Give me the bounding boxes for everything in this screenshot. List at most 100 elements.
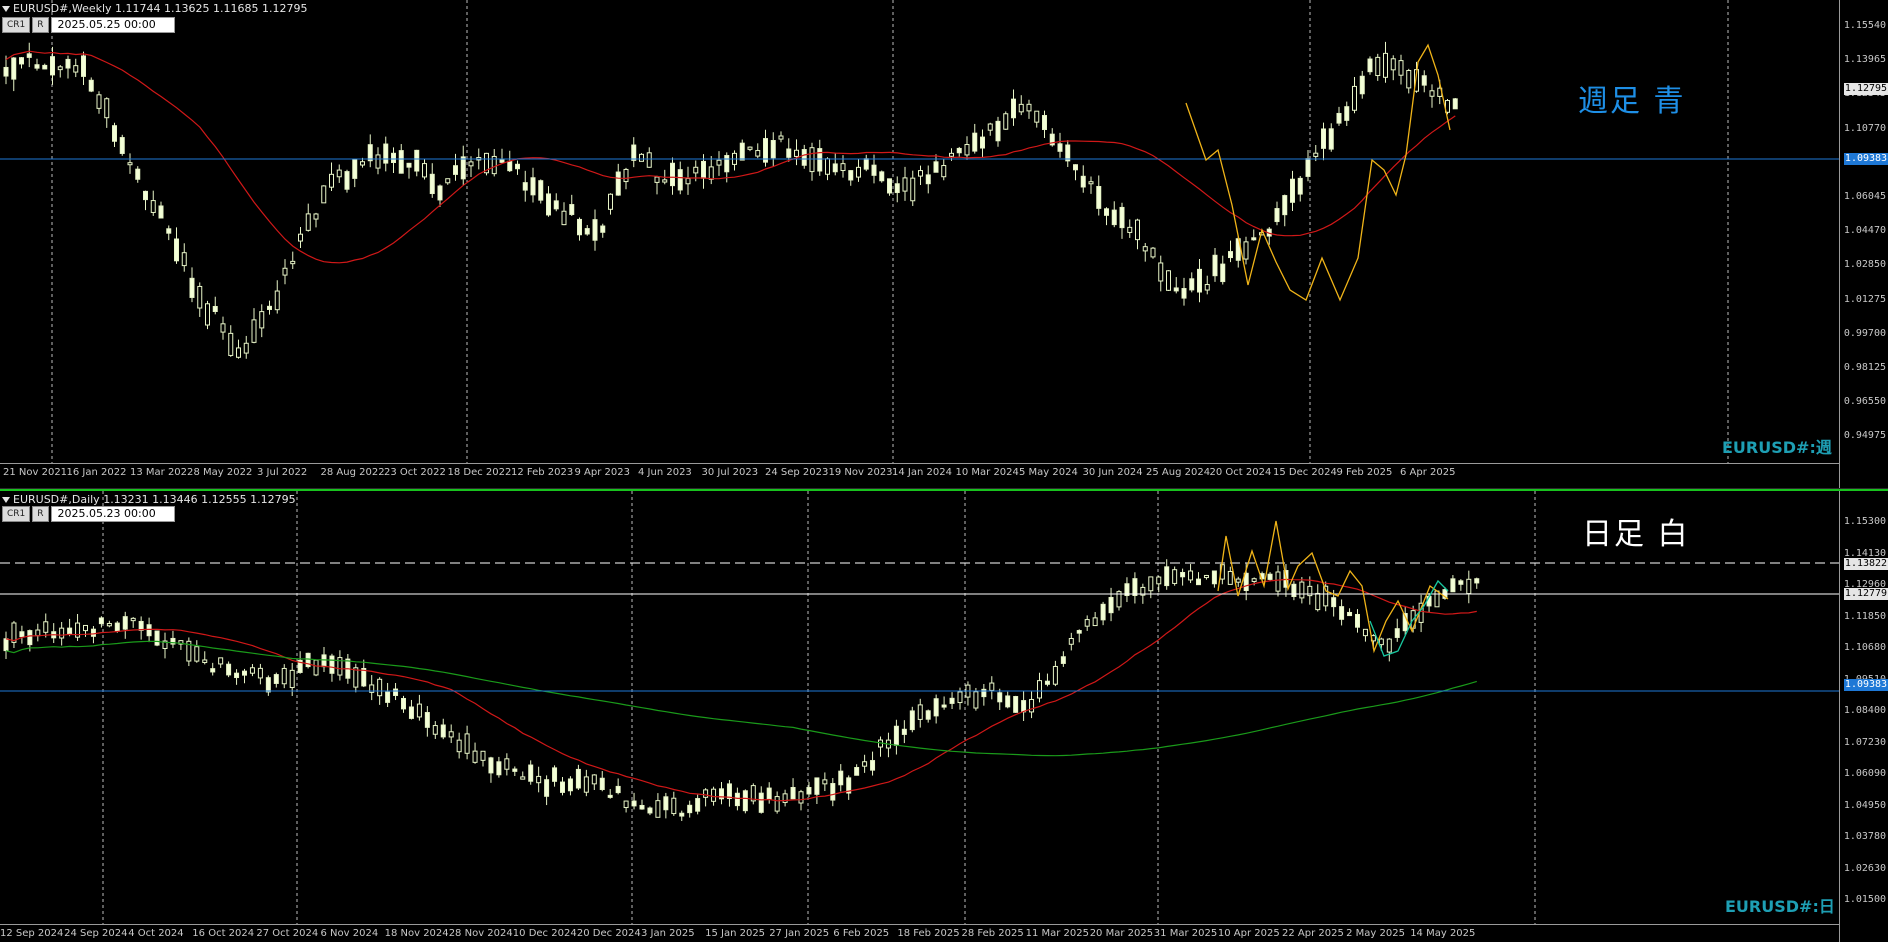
candle-body (220, 323, 226, 333)
candle-body (716, 159, 722, 166)
weekly-price-tick: 1.04470 (1843, 225, 1886, 237)
weekly-time-label: 13 Mar 2022 (130, 467, 194, 478)
candle-body (424, 712, 430, 728)
daily-chart-canvas[interactable] (0, 491, 1840, 926)
weekly-time-label: 28 Aug 2022 (320, 467, 385, 478)
candle-body (251, 319, 257, 343)
weekly-price-tick: 1.06045 (1843, 191, 1886, 202)
daily-time-label: 10 Apr 2025 (1217, 928, 1280, 939)
weekly-time-label: 20 Oct 2024 (1209, 467, 1272, 478)
candle-body (1042, 115, 1047, 131)
candle-body (862, 761, 868, 767)
candle-body (274, 290, 280, 311)
weekly-chart-canvas[interactable] (0, 0, 1840, 472)
weekly-chart-pane[interactable]: EURUSD#,Weekly 1.11744 1.13625 1.11685 1… (0, 0, 1888, 488)
weekly-date-field[interactable]: 2025.05.25 00:00 (50, 17, 175, 33)
weekly-cr-button[interactable]: CR1 (2, 17, 31, 33)
candle-body (561, 210, 567, 226)
candle-body (282, 267, 288, 276)
candle-body (440, 724, 446, 738)
candle-body (361, 668, 367, 687)
candle-body (901, 728, 907, 735)
weekly-price-tick: 1.10770 (1843, 122, 1886, 134)
candle-body (1344, 106, 1350, 121)
candle-body (584, 228, 590, 235)
candle-body (119, 137, 125, 154)
candle-body (894, 183, 900, 194)
candle-body (1328, 128, 1334, 150)
candle-body (344, 171, 350, 190)
weekly-price-axis[interactable]: 1.155401.139651.123451.107701.076201.060… (1839, 0, 1888, 488)
candle-body (1466, 578, 1472, 595)
candle-body (67, 627, 73, 635)
weekly-time-axis[interactable]: 21 Nov 2021 16 Jan 2022 13 Mar 2022 8 May 2… (0, 463, 1840, 480)
collapse-triangle-icon[interactable] (2, 6, 10, 12)
candle-body (1018, 103, 1024, 113)
daily-price-tick: 1.11850 (1843, 610, 1886, 622)
candle-body (569, 204, 575, 215)
candle-body (65, 58, 71, 69)
daily-cr-button[interactable]: CR1 (2, 506, 31, 522)
candle-body (528, 764, 534, 782)
daily-time-axis[interactable]: 12 Sep 2024 24 Sep 2024 4 Oct 2024 16 Oct 2… (0, 924, 1840, 941)
candle-body (1394, 628, 1400, 638)
daily-chart-pane[interactable]: EURUSD#,Daily 1.13231 1.13446 1.12555 1.… (0, 491, 1888, 942)
daily-r-button[interactable]: R (32, 506, 49, 522)
candle-body (329, 173, 334, 188)
candle-body (755, 150, 761, 157)
daily-toolbar: CR1 R 2025.05.23 00:00 (2, 506, 175, 522)
candle-body (298, 233, 303, 242)
candle-body (19, 57, 24, 65)
candle-body (468, 161, 474, 167)
candle-body (59, 627, 65, 639)
candle-body (794, 149, 799, 157)
candle-body (536, 775, 542, 784)
daily-price-tick: 1.02630 (1843, 862, 1886, 874)
daily-time-label: 16 Oct 2024 (192, 928, 255, 939)
candle-body (941, 704, 947, 708)
candle-body (1196, 578, 1201, 586)
candle-body (336, 169, 342, 178)
candle-body (639, 804, 645, 810)
daily-time-label: 3 Jan 2025 (641, 928, 695, 939)
candle-body (1166, 270, 1171, 291)
weekly-time-label: 10 Mar 2024 (955, 467, 1019, 478)
candle-body (671, 797, 677, 815)
candle-body (806, 786, 812, 795)
weekly-time-label: 15 Dec 2024 (1273, 467, 1337, 478)
candle-body (212, 306, 218, 312)
candle-body (530, 177, 536, 196)
candle-body (1181, 288, 1187, 299)
candle-body (1355, 613, 1360, 628)
candle-body (3, 638, 9, 652)
candle-body (809, 147, 815, 173)
candle-body (257, 667, 263, 679)
candle-body (50, 56, 55, 76)
candle-body (154, 630, 160, 646)
candle-body (464, 733, 470, 754)
candle-body (236, 347, 241, 358)
candle-body (980, 136, 985, 149)
daily-price-tick: 1.06090 (1843, 768, 1886, 779)
candle-body (701, 160, 706, 179)
daily-price-tick: 1.10680 (1843, 642, 1886, 653)
daily-date-field[interactable]: 2025.05.23 00:00 (50, 506, 175, 522)
candle-body (956, 147, 962, 154)
collapse-triangle-icon[interactable] (2, 497, 10, 503)
daily-price-tick: 1.15300 (1843, 516, 1886, 527)
candle-body (1026, 103, 1032, 112)
candle-body (631, 800, 637, 807)
daily-big-label: 日足 白 (1582, 517, 1690, 552)
weekly-big-label: 週足 青 (1578, 84, 1686, 119)
weekly-r-button[interactable]: R (32, 17, 49, 33)
candle-body (538, 180, 544, 201)
candle-body (957, 691, 963, 704)
candle-body (194, 646, 200, 662)
candle-body (1458, 580, 1464, 585)
weekly-time-label: 6 Apr 2025 (1400, 467, 1456, 478)
candle-body (1034, 110, 1040, 123)
candle-body (150, 200, 156, 213)
candle-body (234, 672, 240, 679)
daily-dashed-line-price-tag: 1.13822 (1844, 558, 1888, 570)
candle-body (1313, 152, 1319, 157)
